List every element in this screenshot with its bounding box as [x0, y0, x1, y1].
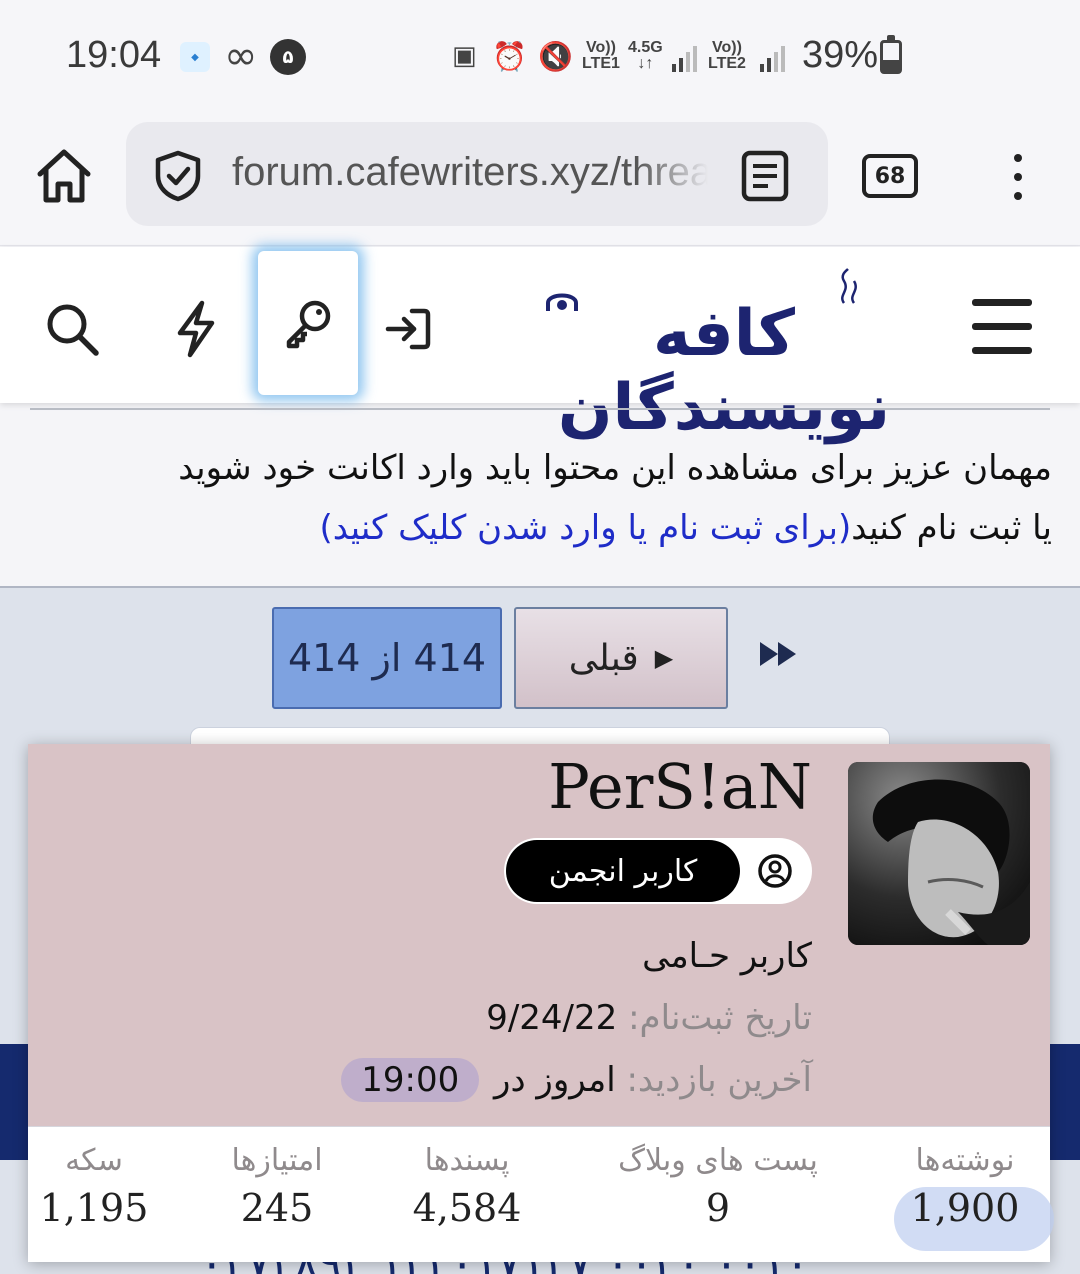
url-text[interactable]: forum.cafewriters.xyz/threads — [232, 150, 708, 195]
user-tooltip-card: PerS!aN کاربر انجمن کاربر حـامی تاریخ ثب… — [28, 744, 1054, 1262]
network-type-indicator: 4.5G ↓↑ — [628, 39, 663, 72]
stat-label: نوشته‌ها — [915, 1143, 1015, 1178]
register-login-link[interactable]: (برای ثبت نام یا وارد شدن کلیک کنید) — [320, 508, 852, 548]
last-visit-label: آخرین بازدید: — [626, 1060, 812, 1100]
fast-forward-icon[interactable] — [754, 634, 804, 674]
stat-blog-posts[interactable]: پست های وبلاگ 9 — [602, 1143, 834, 1230]
stat-value: 9 — [705, 1186, 731, 1230]
key-icon — [286, 300, 331, 349]
stat-posts[interactable]: نوشته‌ها 1,900 — [900, 1143, 1030, 1230]
app-notification-icon: ◆ — [180, 42, 210, 72]
notice-text: مهمان عزیز برای مشاهده این محتوا باید وا… — [178, 448, 1052, 488]
volte1-indicator: Vo)) LTE1 — [582, 39, 620, 72]
registration-value: 9/24/22 — [486, 998, 618, 1038]
stat-value: 1,900 — [910, 1186, 1020, 1230]
registration-date-row: تاریخ ثبت‌نام: 9/24/22 — [486, 998, 812, 1038]
reader-icon[interactable] — [740, 150, 790, 202]
avatar[interactable] — [848, 762, 1030, 945]
guest-notice: مهمان عزیز برای مشاهده این محتوا باید وا… — [30, 438, 1052, 558]
stat-value: 245 — [240, 1186, 314, 1230]
flash-icon — [177, 300, 215, 358]
last-visit-prefix: امروز در — [494, 1060, 616, 1100]
stat-label: امتیازها — [231, 1143, 323, 1178]
user-stats: نوشته‌ها 1,900 پست های وبلاگ 9 پسندها 4,… — [28, 1126, 1054, 1262]
overflow-menu-icon[interactable] — [1002, 152, 1034, 202]
notice-text-prefix: یا ثبت نام کنید — [851, 508, 1052, 548]
battery-icon — [880, 35, 902, 74]
logo-text: کافه نویسندگان — [557, 297, 892, 445]
infinity-icon: ∞ — [224, 33, 258, 79]
clock: 19:04 — [66, 34, 162, 76]
header-divider — [30, 408, 1050, 410]
address-bar[interactable]: forum.cafewriters.xyz/threads — [126, 122, 828, 226]
stat-value: 4,584 — [412, 1186, 522, 1230]
site-logo[interactable]: کافه نویسندگان — [534, 267, 914, 445]
prev-page-button[interactable]: ▶ قبلی — [514, 607, 728, 709]
mute-icon: 🔇 — [538, 39, 573, 73]
stat-label: سکه — [65, 1143, 123, 1178]
alarm-icon: ⏰ — [492, 39, 527, 73]
last-visit-time: 19:00 — [341, 1058, 480, 1102]
role-label: کاربر انجمن — [506, 840, 740, 902]
status-bar: 19:04 ◆ ∞ ۵ ▣ ⏰ 🔇 Vo)) LTE1 4.5G ↓↑ Vo)) LT… — [0, 0, 1080, 112]
login-button[interactable] — [358, 265, 458, 393]
prev-page-label: قبلی — [568, 637, 639, 679]
registration-label: تاریخ ثبت‌نام: — [628, 998, 812, 1038]
notice-line2: یا ثبت نام کنید(برای ثبت نام یا وارد شدن… — [30, 498, 1052, 558]
stat-points[interactable]: امتیازها 245 — [212, 1143, 342, 1230]
home-button[interactable] — [30, 142, 98, 210]
notification-count-badge: ۵ — [270, 39, 306, 75]
shield-icon[interactable] — [150, 148, 206, 204]
search-icon — [47, 304, 99, 356]
hamburger-icon[interactable] — [962, 295, 1042, 359]
volte2-indicator: Vo)) LTE2 — [708, 39, 746, 72]
login-key-button[interactable] — [258, 251, 358, 395]
site-header: کافه نویسندگان — [0, 247, 1080, 445]
battery-saver-icon: ▣ — [452, 41, 477, 71]
tabs-button[interactable]: 68 — [862, 154, 918, 198]
thread-content: ۰۲۷۲۸۹۲ ۱۴۲۰۱۷۱۴۷ ۰۰۲۰ ۰۰۱۰ 414 از 414 ▶… — [0, 588, 1080, 1274]
last-visit-row: آخرین بازدید: امروز در 19:00 — [341, 1058, 812, 1102]
browser-toolbar: forum.cafewriters.xyz/threads 68 — [0, 112, 1080, 246]
home-icon — [37, 149, 91, 203]
stat-likes[interactable]: پسندها 4,584 — [402, 1143, 532, 1230]
stat-label: پست های وبلاگ — [618, 1143, 818, 1178]
signal1-icon — [672, 42, 702, 72]
user-title: کاربر حـامی — [642, 936, 812, 976]
stat-label: پسندها — [424, 1143, 510, 1178]
login-icon — [385, 308, 431, 350]
battery-percent: 39% — [802, 34, 879, 76]
user-circle-icon — [758, 854, 792, 888]
whats-new-button[interactable] — [146, 265, 246, 393]
caret-right-icon: ▶ — [654, 644, 674, 672]
search-button[interactable] — [22, 265, 122, 393]
username[interactable]: PerS!aN — [548, 750, 812, 823]
page-indicator-button[interactable]: 414 از 414 — [272, 607, 502, 709]
stat-value: 1,195 — [39, 1186, 149, 1230]
signal2-icon — [760, 42, 790, 72]
role-badge: کاربر انجمن — [504, 838, 812, 904]
stat-coins[interactable]: سکه 1,195 — [34, 1143, 154, 1230]
